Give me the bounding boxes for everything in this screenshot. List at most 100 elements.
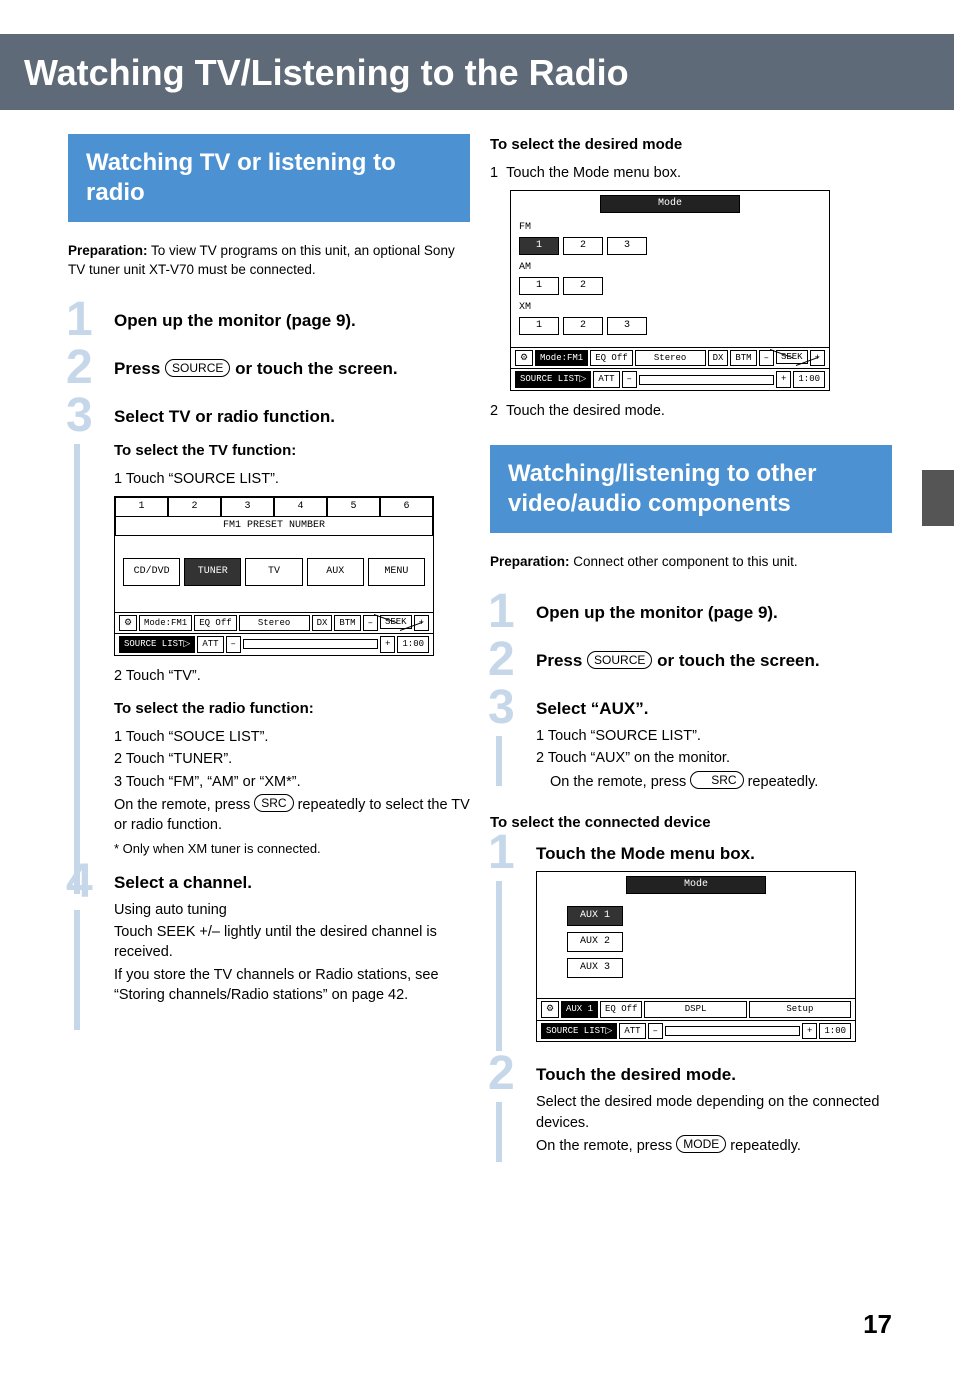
radio-step-3: 3 Touch “FM”, “AM” or “XM*”.	[114, 772, 470, 792]
preset-label: FM1 PRESET NUMBER	[115, 517, 433, 536]
fm-1[interactable]: 1	[519, 237, 559, 255]
vol-minus-3[interactable]: –	[648, 1023, 663, 1040]
preparation-label-r: Preparation:	[490, 554, 570, 569]
source-key: SOURCE	[165, 359, 230, 377]
r-step-1-title: Open up the monitor (page 9).	[536, 602, 892, 624]
radio-remote-a: On the remote, press	[114, 797, 254, 813]
source-list-screenshot: 1 2 3 4 5 6 FM1 PRESET NUMBER CD/DVD TUN…	[114, 496, 434, 656]
r-step-2-text-a: Press	[536, 651, 587, 670]
clock: 1:00	[397, 636, 429, 653]
dspl-box[interactable]: DSPL	[644, 1001, 746, 1018]
source-list-button-2[interactable]: SOURCE LIST▷	[515, 371, 591, 388]
stereo-box[interactable]: Stereo	[239, 615, 310, 632]
vol-minus[interactable]: –	[226, 636, 241, 653]
aux-mode-title: Mode	[626, 876, 766, 894]
clock-3: 1:00	[819, 1023, 851, 1040]
preset-3[interactable]: 3	[221, 497, 274, 517]
step-3-title: Select TV or radio function.	[114, 406, 470, 428]
preset-5[interactable]: 5	[327, 497, 380, 517]
side-tab	[922, 470, 954, 526]
tv-function-heading: To select the TV function:	[114, 440, 470, 461]
c-step-2-remote-a: On the remote, press	[536, 1138, 676, 1154]
source-list-button-3[interactable]: SOURCE LIST▷	[541, 1023, 617, 1040]
tv-step-2: 2 Touch “TV”.	[114, 666, 470, 686]
am-1[interactable]: 1	[519, 277, 559, 295]
eq-box[interactable]: EQ Off	[194, 615, 236, 632]
dx-box-2[interactable]: DX	[708, 350, 729, 367]
c-step-number-1	[490, 841, 526, 881]
source-cddvd[interactable]: CD/DVD	[123, 558, 180, 586]
page-number: 17	[863, 1306, 892, 1342]
radio-footnote: * Only when XM tuner is connected.	[114, 840, 470, 858]
eq-box-3[interactable]: EQ Off	[600, 1001, 642, 1018]
source-tv[interactable]: TV	[245, 558, 302, 586]
r-step-2-title: Press SOURCE or touch the screen.	[536, 650, 892, 672]
vol-plus-2[interactable]: +	[776, 371, 791, 388]
clock-2: 1:00	[793, 371, 825, 388]
mode-step-1-text: Touch the Mode menu box.	[506, 165, 681, 181]
am-label: AM	[519, 261, 821, 275]
gear-icon-2[interactable]: ⚙	[515, 350, 533, 367]
c-step-number-2	[490, 1062, 526, 1102]
mode-heading: To select the desired mode	[490, 134, 892, 155]
xm-band: XM 1 2 3	[519, 301, 821, 335]
aux-3-button[interactable]: AUX 3	[567, 958, 623, 978]
source-list-button[interactable]: SOURCE LIST▷	[119, 636, 195, 653]
volume-bar-2[interactable]	[639, 375, 774, 385]
xm-3[interactable]: 3	[607, 317, 647, 335]
xm-1[interactable]: 1	[519, 317, 559, 335]
gear-icon-3[interactable]: ⚙	[541, 1001, 559, 1018]
aux-mode-box[interactable]: AUX 1	[561, 1001, 598, 1018]
dx-box[interactable]: DX	[312, 615, 333, 632]
vol-plus-3[interactable]: +	[802, 1023, 817, 1040]
preset-1[interactable]: 1	[115, 497, 168, 517]
preparation-right: Preparation: Connect other component to …	[490, 553, 892, 572]
aux-remote-b: repeatedly.	[744, 774, 819, 790]
preparation-label: Preparation:	[68, 243, 148, 258]
xm-2[interactable]: 2	[563, 317, 603, 335]
xm-label: XM	[519, 301, 821, 315]
source-tuner[interactable]: TUNER	[184, 558, 241, 586]
r-step-2-text-b: or touch the screen.	[652, 651, 819, 670]
btm-box-2[interactable]: BTM	[730, 350, 756, 367]
aux-1-button[interactable]: AUX 1	[567, 906, 623, 926]
am-2[interactable]: 2	[563, 277, 603, 295]
source-aux[interactable]: AUX	[307, 558, 364, 586]
mode-step-2: 2 Touch the desired mode.	[490, 401, 892, 421]
am-band: AM 1 2	[519, 261, 821, 295]
preset-2[interactable]: 2	[168, 497, 221, 517]
att-button[interactable]: ATT	[197, 636, 223, 653]
mode-box[interactable]: Mode:FM1	[139, 615, 192, 632]
step-4-title: Select a channel.	[114, 872, 470, 894]
aux-step-1: 1 Touch “SOURCE LIST”.	[536, 726, 892, 746]
eq-box-2[interactable]: EQ Off	[590, 350, 632, 367]
att-button-3[interactable]: ATT	[619, 1023, 645, 1040]
aux-2-button[interactable]: AUX 2	[567, 932, 623, 952]
att-button-2[interactable]: ATT	[593, 371, 619, 388]
r-source-key: SOURCE	[587, 651, 652, 669]
seek-minus-2[interactable]: –	[759, 350, 774, 367]
gear-icon[interactable]: ⚙	[119, 615, 137, 632]
mode-box-2[interactable]: Mode:FM1	[535, 350, 588, 367]
preset-4[interactable]: 4	[274, 497, 327, 517]
c-step-2-title: Touch the desired mode.	[536, 1064, 892, 1086]
preparation-text-r: Connect other component to this unit.	[570, 554, 798, 569]
seek-minus[interactable]: –	[363, 615, 378, 632]
fm-2[interactable]: 2	[563, 237, 603, 255]
radio-remote: On the remote, press SRC repeatedly to s…	[114, 794, 470, 836]
setup-box[interactable]: Setup	[749, 1001, 851, 1018]
vol-plus[interactable]: +	[380, 636, 395, 653]
r-step-number-3	[490, 696, 526, 736]
volume-bar-3[interactable]	[665, 1026, 800, 1036]
source-menu[interactable]: MENU	[368, 558, 425, 586]
volume-bar[interactable]	[243, 639, 378, 649]
stereo-box-2[interactable]: Stereo	[635, 350, 706, 367]
btm-box[interactable]: BTM	[334, 615, 360, 632]
section-title-left: Watching TV or listening to radio	[68, 134, 470, 222]
c-step-2-remote-b: repeatedly.	[726, 1138, 801, 1154]
vol-minus-2[interactable]: –	[622, 371, 637, 388]
fm-3[interactable]: 3	[607, 237, 647, 255]
section-title-right: Watching/listening to other video/audio …	[490, 445, 892, 533]
connected-device-heading: To select the connected device	[490, 812, 892, 833]
preset-6[interactable]: 6	[380, 497, 433, 517]
